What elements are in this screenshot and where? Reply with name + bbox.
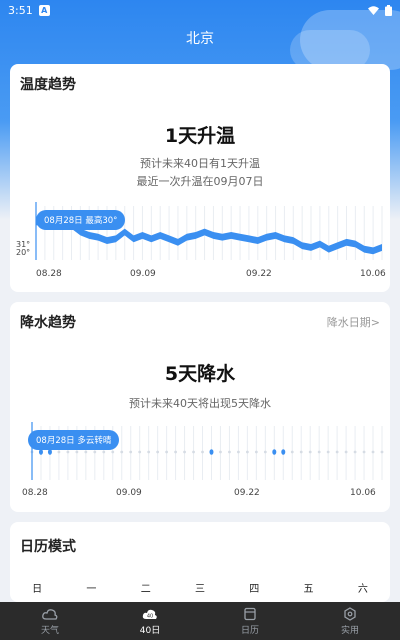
dry-day-dot xyxy=(102,450,106,454)
x-tick-label: 08.28 xyxy=(22,488,48,498)
calendar-mode-card: 日历模式 日 一 二 三 四 五 六 xyxy=(10,522,390,602)
dry-day-dot xyxy=(75,450,79,454)
dry-day-dot xyxy=(290,450,294,454)
dry-day-dot xyxy=(57,450,61,454)
rain-trend-card: 降水趋势 降水日期> 5天降水 预计未来40天将出现5天降水 08月28日 多云… xyxy=(10,302,390,512)
calendar-mode-title: 日历模式 xyxy=(20,539,76,555)
dry-day-dot xyxy=(335,450,339,454)
dry-day-dot xyxy=(120,450,124,454)
rain-dates-link[interactable]: 降水日期> xyxy=(327,314,380,330)
tools-icon xyxy=(344,606,356,621)
x-tick-label: 09.09 xyxy=(116,488,142,498)
dry-day-dot xyxy=(147,450,151,454)
dry-day-dot xyxy=(299,450,303,454)
dry-day-dot xyxy=(326,450,330,454)
x-tick-label: 09.22 xyxy=(234,488,260,498)
calendar-icon xyxy=(244,607,256,620)
weekday-label: 四 xyxy=(249,584,260,595)
tab-label: 实用 xyxy=(340,625,359,636)
weekday-label: 日 xyxy=(32,584,43,595)
tab-40-day[interactable]: 40 40日 xyxy=(100,602,200,640)
temperature-summary-line1: 预计未来40日有1天升温 xyxy=(140,157,260,170)
city-title[interactable]: 北京 xyxy=(0,28,400,48)
weekday-label: 六 xyxy=(357,584,368,595)
dry-day-dot xyxy=(371,450,375,454)
dry-day-dot xyxy=(228,450,231,454)
weekday-header: 日 一 二 三 四 五 六 xyxy=(10,580,390,595)
rain-day-dot xyxy=(272,449,277,455)
rain-day-dot xyxy=(38,449,43,455)
40-day-icon: 40 xyxy=(142,609,157,619)
x-tick-label: 09.22 xyxy=(246,269,272,279)
tab-label: 40日 xyxy=(139,625,161,636)
dry-day-dot xyxy=(84,450,88,454)
x-tick-label: 08.28 xyxy=(36,269,62,279)
x-tick-label: 10.06 xyxy=(360,269,386,279)
tab-label: 日历 xyxy=(240,625,259,636)
weekday-label: 三 xyxy=(194,584,205,595)
dry-day-dot xyxy=(138,450,142,454)
temperature-tooltip: 08月28日 最高30° xyxy=(36,210,126,230)
x-tick-label: 09.09 xyxy=(130,269,156,279)
tab-label: 天气 xyxy=(40,625,59,636)
dry-day-dot xyxy=(263,450,267,454)
weekday-label: 五 xyxy=(303,584,314,595)
temperature-trend-title: 温度趋势 xyxy=(20,77,76,93)
dry-day-dot xyxy=(380,450,384,454)
dry-day-dot xyxy=(353,450,357,454)
battery-icon xyxy=(385,4,392,16)
rain-day-dot xyxy=(281,449,286,455)
dry-day-dot xyxy=(183,450,186,454)
rain-summary-line1: 预计未来40天将出现5天降水 xyxy=(129,397,271,410)
dry-day-dot xyxy=(201,450,204,454)
tab-calendar[interactable]: 日历 xyxy=(200,602,300,640)
dry-day-dot xyxy=(237,450,240,454)
dry-day-dot xyxy=(308,450,312,454)
weekday-label: 一 xyxy=(86,584,97,595)
svg-text:40: 40 xyxy=(147,613,153,619)
dry-day-dot xyxy=(317,450,321,454)
wifi-icon xyxy=(368,5,379,15)
tab-tools[interactable]: 实用 xyxy=(300,602,400,640)
rain-day-dot xyxy=(47,449,52,455)
dry-day-dot xyxy=(129,450,133,454)
dry-day-dot xyxy=(245,450,249,454)
dry-day-dot xyxy=(156,450,160,454)
dry-day-dot xyxy=(254,450,258,454)
notification-icon: A xyxy=(38,4,50,16)
dry-day-dot xyxy=(66,450,70,454)
dry-day-dot xyxy=(174,450,177,454)
rain-headline: 5天降水 xyxy=(164,363,236,385)
temperature-summary-line2: 最近一次升温在09月07日 xyxy=(136,175,264,188)
dry-day-dot xyxy=(219,450,222,454)
tab-weather[interactable]: 天气 xyxy=(0,602,100,640)
status-bar: 3:51 A xyxy=(0,0,400,20)
y-tick-low: 20° xyxy=(16,248,31,257)
temperature-headline: 1天升温 xyxy=(164,125,236,147)
dry-day-dot xyxy=(362,450,366,454)
dry-day-dot xyxy=(192,450,195,454)
rain-day-dot xyxy=(209,449,214,455)
cloud-icon xyxy=(42,608,58,620)
rain-tooltip: 08月28日 多云转晴 xyxy=(28,430,120,450)
bottom-tab-bar: 天气 40 40日 日历 实用 xyxy=(0,602,400,640)
rain-trend-title: 降水趋势 xyxy=(20,315,76,331)
dry-day-dot xyxy=(165,450,169,454)
dry-day-dot xyxy=(111,450,115,454)
status-time: 3:51 xyxy=(8,3,33,17)
dry-day-dot xyxy=(93,450,97,454)
temperature-trend-card: 温度趋势 1天升温 预计未来40日有1天升温 最近一次升温在09月07日 08月… xyxy=(10,64,390,292)
dry-day-dot xyxy=(344,450,348,454)
weekday-label: 二 xyxy=(140,584,151,595)
x-tick-label: 10.06 xyxy=(350,488,376,498)
